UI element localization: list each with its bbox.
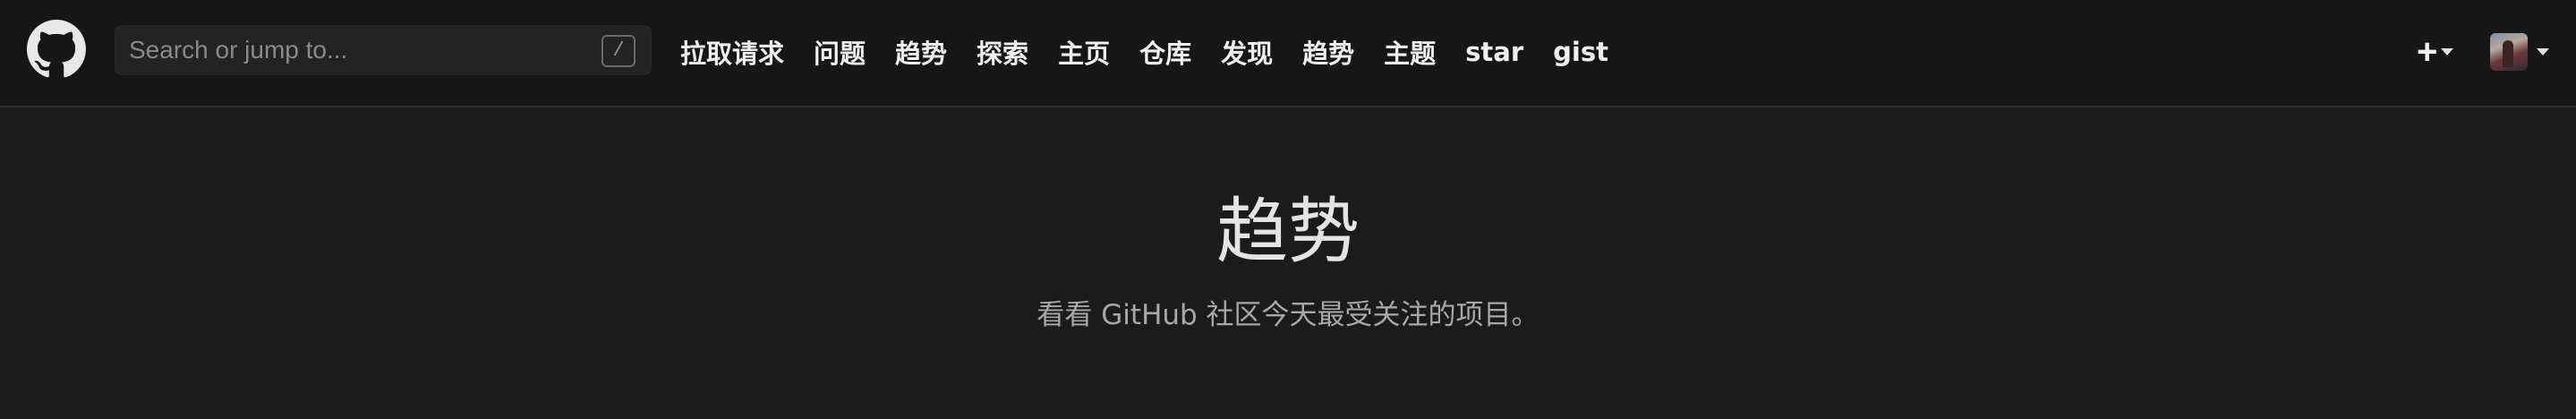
nav-item-star[interactable]: star <box>1465 37 1523 67</box>
page-title: 趋势 <box>1216 190 1360 273</box>
nav-item-issues[interactable]: 问题 <box>814 33 866 71</box>
user-menu-dropdown[interactable] <box>2490 32 2549 72</box>
chevron-down-icon <box>2537 48 2549 56</box>
nav-item-home[interactable]: 主页 <box>1058 33 1110 71</box>
nav-item-discover[interactable]: 发现 <box>1221 33 1273 71</box>
plus-icon: + <box>2417 32 2438 72</box>
global-header: / 拉取请求 问题 趋势 探索 主页 仓库 发现 趋势 主题 star gist… <box>0 0 2576 107</box>
nav-item-pull-requests[interactable]: 拉取请求 <box>680 33 784 71</box>
github-logo-icon[interactable] <box>27 20 86 79</box>
page-subtitle: 看看 GitHub 社区今天最受关注的项目。 <box>1036 299 1540 331</box>
search-shortcut-key: / <box>601 35 635 67</box>
nav-item-gist[interactable]: gist <box>1553 37 1608 67</box>
trending-hero: 趋势 看看 GitHub 社区今天最受关注的项目。 <box>0 109 2576 332</box>
chevron-down-icon <box>2441 48 2454 56</box>
primary-nav: 拉取请求 问题 趋势 探索 主页 仓库 发现 趋势 主题 star gist <box>680 0 1638 104</box>
nav-item-trending[interactable]: 趋势 <box>895 33 947 71</box>
nav-item-explore[interactable]: 探索 <box>977 33 1028 71</box>
nav-item-trending-2[interactable]: 趋势 <box>1302 33 1354 71</box>
nav-item-topics[interactable]: 主题 <box>1384 33 1436 71</box>
search-box[interactable]: / <box>115 25 652 75</box>
search-input[interactable] <box>116 27 650 73</box>
create-new-dropdown[interactable]: + <box>2417 32 2454 72</box>
avatar <box>2490 33 2528 71</box>
nav-item-repositories[interactable]: 仓库 <box>1139 33 1191 71</box>
